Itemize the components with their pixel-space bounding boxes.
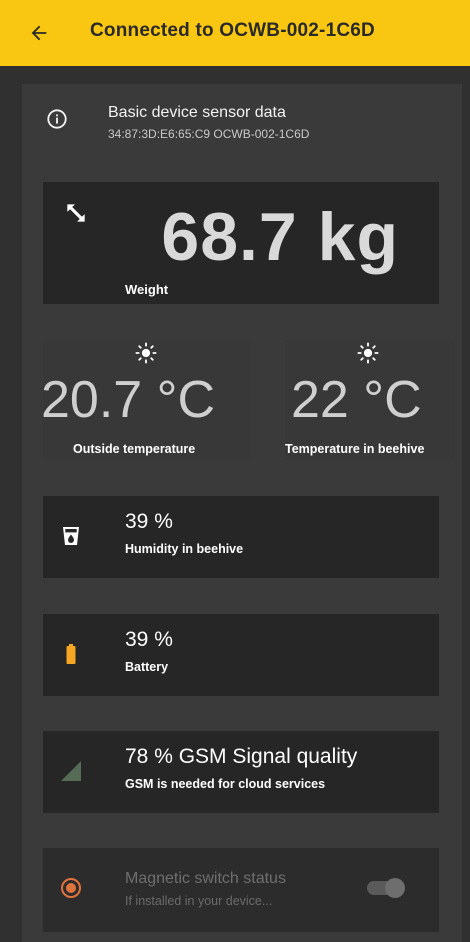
weight-card: 68.7 kg Weight: [43, 182, 439, 304]
beehive-temperature-label: Temperature in beehive: [285, 442, 425, 456]
sensor-panel: Basic device sensor data 34:87:3D:E6:65:…: [22, 84, 462, 942]
outside-temperature-value: 20.7 °C: [41, 371, 216, 429]
gsm-signal-label: GSM is needed for cloud services: [125, 777, 326, 791]
outside-temperature-label: Outside temperature: [73, 442, 196, 456]
sensor-header: Basic device sensor data 34:87:3D:E6:65:…: [22, 84, 462, 164]
magnetic-switch-card: Magnetic switch status If installed in y…: [43, 848, 439, 932]
page-title: Connected to OCWB-002-1C6D: [90, 20, 375, 41]
humidity-value: 39 %: [125, 510, 173, 533]
humidity-card: 39 % Humidity in beehive: [43, 496, 439, 578]
gsm-signal-value: 78 % GSM Signal quality: [125, 745, 358, 768]
back-button[interactable]: [22, 16, 56, 50]
magnetic-switch-subtitle: If installed in your device...: [125, 894, 273, 908]
arrow-left-icon: [31, 25, 47, 41]
sun-icon: [357, 342, 379, 364]
gsm-signal-card: 78 % GSM Signal quality GSM is needed fo…: [43, 731, 439, 813]
sensor-header-title: Basic device sensor data: [108, 104, 286, 121]
beehive-temperature-value: 22 °C: [291, 371, 422, 429]
expand-arrows-icon: [67, 204, 85, 222]
magnetic-switch-title: Magnetic switch status: [125, 870, 286, 887]
battery-label: Battery: [125, 660, 169, 674]
battery-icon: [66, 644, 76, 664]
battery-card: 39 % Battery: [43, 614, 439, 696]
app-bar: Connected to OCWB-002-1C6D: [0, 0, 470, 66]
water-cup-icon: [63, 527, 79, 545]
magnetic-switch-toggle[interactable]: [363, 878, 405, 898]
humidity-label: Humidity in beehive: [125, 542, 244, 556]
weight-value: 68.7 kg: [161, 199, 399, 275]
info-icon: [47, 109, 67, 129]
weight-label: Weight: [125, 282, 169, 297]
sun-icon: [135, 342, 157, 364]
outside-temperature-card: 20.7 °C Outside temperature: [41, 340, 249, 460]
device-identifier: 34:87:3D:E6:65:C9 OCWB-002-1C6D: [108, 127, 310, 141]
toggle-knob: [385, 878, 405, 898]
beehive-temperature-card: 22 °C Temperature in beehive: [285, 340, 455, 460]
battery-value: 39 %: [125, 628, 173, 651]
signal-icon: [61, 761, 81, 781]
radio-icon: [61, 878, 81, 898]
